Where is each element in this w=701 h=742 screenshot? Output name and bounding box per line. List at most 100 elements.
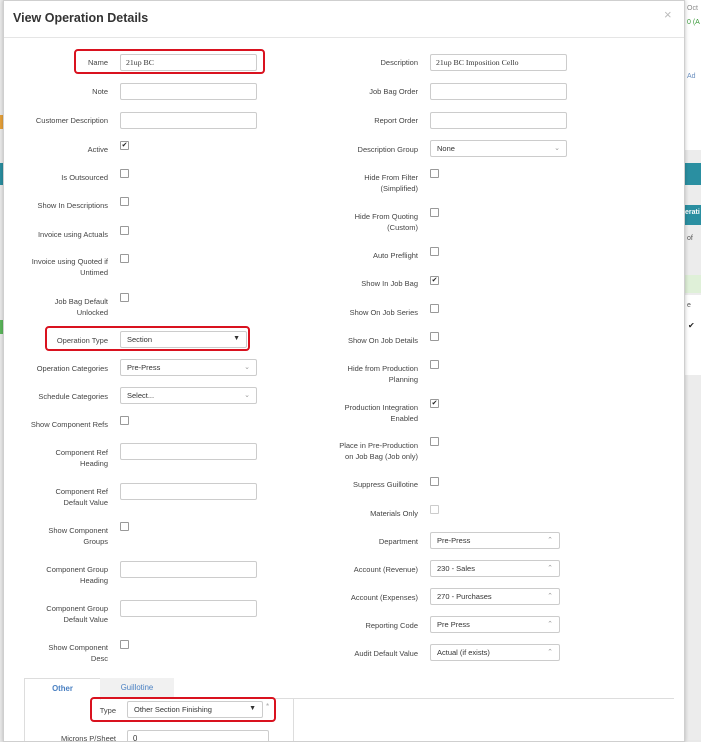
suppress-guillotine-checkbox[interactable] xyxy=(430,477,439,486)
bg-text-fragment: of xyxy=(687,235,693,242)
show-component-refs-checkbox[interactable] xyxy=(120,416,129,425)
bg-check-icon: ✔ xyxy=(688,321,695,330)
hide-from-filter-label-line2: (Simplified) xyxy=(380,184,418,193)
bg-text-fragment: e xyxy=(687,302,691,309)
microns-per-sheet-input[interactable]: 0 xyxy=(127,730,269,741)
show-component-desc-label-line2: Desc xyxy=(90,654,108,663)
account-revenue-value: 230 - Sales xyxy=(437,564,475,573)
account-revenue-select[interactable]: 230 - Sales ⌃ xyxy=(430,560,560,577)
suppress-guillotine-label: Suppress Guillotine xyxy=(352,480,418,489)
show-in-descriptions-checkbox[interactable] xyxy=(120,197,129,206)
job-bag-unlocked-checkbox[interactable] xyxy=(120,293,129,302)
active-checkbox[interactable]: ✔ xyxy=(120,141,129,150)
operation-categories-value: Pre-Press xyxy=(127,363,161,372)
job-bag-unlocked-label-line2: Unlocked xyxy=(76,308,108,317)
operation-details-modal: View Operation Details × Name 21up BC No… xyxy=(3,0,685,742)
show-on-job-series-checkbox[interactable] xyxy=(430,304,439,313)
show-component-groups-checkbox[interactable] xyxy=(120,522,129,531)
chevron-down-icon: ⌃ xyxy=(547,537,553,544)
operation-tabs: Other Guillotine xyxy=(24,678,674,700)
active-label: Active xyxy=(87,145,108,154)
operation-categories-label: Operation Categories xyxy=(36,364,108,373)
hide-from-production-planning-label-line2: Planning xyxy=(388,375,418,384)
chevron-down-icon: ⌃ xyxy=(547,649,553,656)
job-bag-order-input[interactable] xyxy=(430,83,567,100)
invoice-using-actuals-checkbox[interactable] xyxy=(120,226,129,235)
component-group-default-label: Component Group xyxy=(46,604,108,613)
show-on-job-details-checkbox[interactable] xyxy=(430,332,439,341)
invoice-quoted-label: Invoice using Quoted if xyxy=(31,257,108,266)
component-ref-default-input[interactable] xyxy=(120,483,257,500)
customer-description-label: Customer Description xyxy=(35,116,108,125)
production-integration-label-line2: Enabled xyxy=(390,414,418,423)
show-component-desc-label: Show Component xyxy=(48,643,108,652)
account-expenses-select[interactable]: 270 - Purchases ⌃ xyxy=(430,588,560,605)
description-group-select[interactable]: None ⌄ xyxy=(430,140,567,157)
hide-from-filter-label: Hide From Filter xyxy=(364,173,418,182)
job-bag-unlocked-label: Job Bag Default xyxy=(54,297,108,306)
invoice-using-actuals-label: Invoice using Actuals xyxy=(37,230,108,239)
modal-header: View Operation Details × xyxy=(4,1,684,38)
report-order-label: Report Order xyxy=(374,116,418,125)
place-in-preproduction-label: Place in Pre-Production xyxy=(339,441,418,450)
component-ref-heading-label: Component Ref xyxy=(55,448,108,457)
show-in-job-bag-checkbox[interactable]: ✔ xyxy=(430,276,439,285)
schedule-categories-select[interactable]: Select... ⌄ xyxy=(120,387,257,404)
note-input[interactable] xyxy=(120,83,257,100)
customer-description-input[interactable] xyxy=(120,112,257,129)
production-integration-label: Production Integration xyxy=(344,403,418,412)
department-select[interactable]: Pre-Press ⌃ xyxy=(430,532,560,549)
materials-only-label: Materials Only xyxy=(370,509,418,518)
microns-per-sheet-label: Microns P/Sheet xyxy=(60,734,116,742)
tab-other[interactable]: Other xyxy=(24,678,101,700)
component-ref-heading-input[interactable] xyxy=(120,443,257,460)
chevron-down-icon: ⌄ xyxy=(244,364,250,371)
show-in-descriptions-label: Show In Descriptions xyxy=(37,201,108,210)
auto-preflight-checkbox[interactable] xyxy=(430,247,439,256)
hide-from-filter-checkbox[interactable] xyxy=(430,169,439,178)
description-input[interactable]: 21up BC Imposition Cello xyxy=(430,54,567,71)
job-bag-order-label: Job Bag Order xyxy=(369,87,418,96)
component-group-default-label-line2: Default Value xyxy=(63,615,108,624)
hide-from-quoting-label-line2: (Custom) xyxy=(387,223,418,232)
account-expenses-value: 270 - Purchases xyxy=(437,592,492,601)
hide-from-production-planning-label: Hide from Production xyxy=(347,364,418,373)
close-icon[interactable]: × xyxy=(664,7,672,22)
invoice-quoted-checkbox[interactable] xyxy=(120,254,129,263)
chevron-down-icon: ⌃ xyxy=(547,565,553,572)
component-ref-heading-label-line2: Heading xyxy=(80,459,108,468)
bg-green-row-right xyxy=(684,275,701,293)
operation-categories-select[interactable]: Pre-Press ⌄ xyxy=(120,359,257,376)
bg-teal-band-right xyxy=(684,163,701,185)
description-group-value: None xyxy=(437,144,455,153)
hide-from-quoting-label: Hide From Quoting xyxy=(354,212,418,221)
materials-only-checkbox[interactable] xyxy=(430,505,439,514)
tab-guillotine[interactable]: Guillotine xyxy=(100,678,174,698)
reporting-code-label: Reporting Code xyxy=(365,621,418,630)
reporting-code-select[interactable]: Pre Press ⌃ xyxy=(430,616,560,633)
chevron-down-icon: ⌄ xyxy=(244,392,250,399)
show-on-job-series-label: Show On Job Series xyxy=(349,308,418,317)
show-component-desc-checkbox[interactable] xyxy=(120,640,129,649)
hide-from-quoting-checkbox[interactable] xyxy=(430,208,439,217)
is-outsourced-checkbox[interactable] xyxy=(120,169,129,178)
report-order-input[interactable] xyxy=(430,112,567,129)
bg-text-fragment: Oct xyxy=(687,5,698,12)
audit-default-value-value: Actual (if exists) xyxy=(437,648,490,657)
component-group-default-input[interactable] xyxy=(120,600,257,617)
bg-text-fragment: Ad xyxy=(687,73,696,80)
show-component-groups-label-line2: Groups xyxy=(83,537,108,546)
production-integration-checkbox[interactable]: ✔ xyxy=(430,399,439,408)
component-group-heading-input[interactable] xyxy=(120,561,257,578)
type-highlight xyxy=(90,697,276,722)
show-in-job-bag-label: Show In Job Bag xyxy=(361,279,418,288)
component-group-heading-label: Component Group xyxy=(46,565,108,574)
auto-preflight-label: Auto Preflight xyxy=(372,251,418,260)
show-on-job-details-label: Show On Job Details xyxy=(347,336,418,345)
hide-from-production-planning-checkbox[interactable] xyxy=(430,360,439,369)
description-label: Description xyxy=(380,58,418,67)
place-in-preproduction-checkbox[interactable] xyxy=(430,437,439,446)
component-ref-default-label-line2: Default Value xyxy=(63,498,108,507)
show-component-groups-label: Show Component xyxy=(48,526,108,535)
audit-default-value-select[interactable]: Actual (if exists) ⌃ xyxy=(430,644,560,661)
